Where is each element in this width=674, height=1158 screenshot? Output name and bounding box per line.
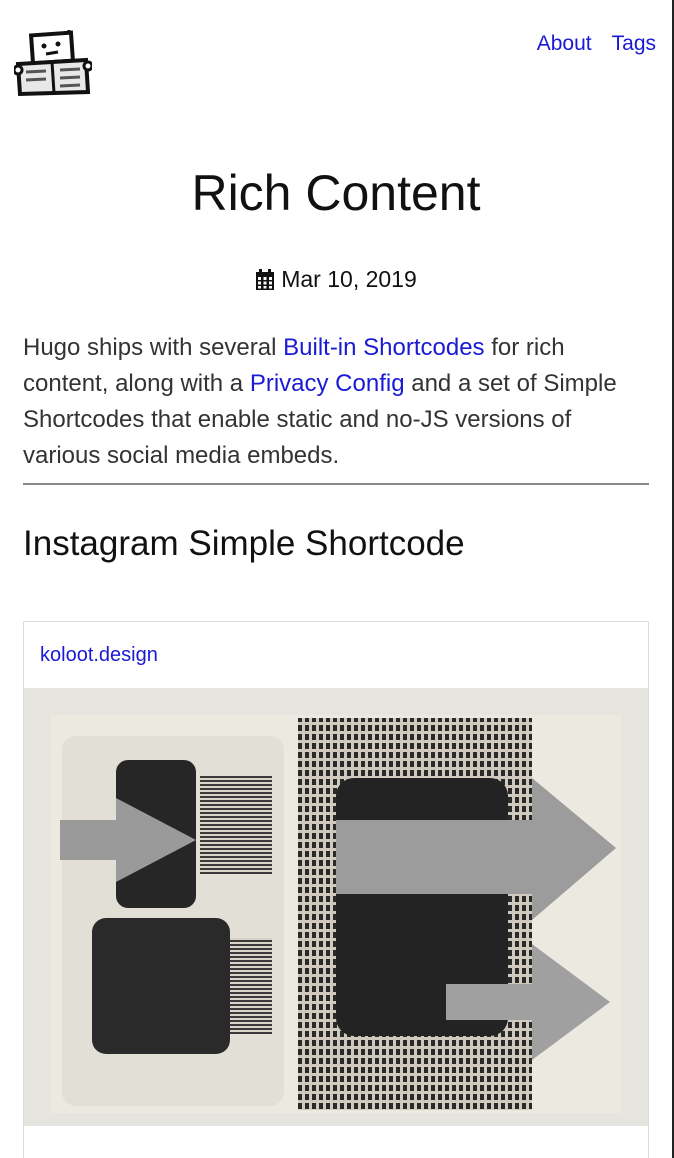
page: About Tags Rich Content Mar 10, 2019 Hug… (0, 0, 674, 1158)
instagram-username-link[interactable]: koloot.design (40, 644, 158, 667)
calendar-icon (256, 268, 275, 290)
instagram-embed: koloot.design (23, 621, 649, 1158)
site-logo[interactable] (12, 28, 94, 100)
instagram-image[interactable] (24, 688, 648, 1126)
nav-tags-link[interactable]: Tags (612, 32, 656, 56)
section-heading: Instagram Simple Shortcode (23, 524, 465, 563)
post-title: Rich Content (191, 165, 481, 221)
section-divider (23, 483, 649, 485)
intro-paragraph: Hugo ships with several Built-in Shortco… (23, 330, 653, 474)
built-in-shortcodes-link[interactable]: Built-in Shortcodes (283, 334, 484, 361)
instagram-header: koloot.design (24, 622, 648, 688)
main-nav: About Tags (537, 32, 656, 56)
intro-text-1: Hugo ships with several (23, 334, 284, 361)
privacy-config-link[interactable]: Privacy Config (250, 370, 405, 397)
post-date: Mar 10, 2019 (281, 266, 417, 292)
nav-about-link[interactable]: About (537, 32, 592, 56)
robot-newspaper-logo-icon (12, 28, 94, 97)
post-meta: Mar 10, 2019 (0, 266, 672, 293)
